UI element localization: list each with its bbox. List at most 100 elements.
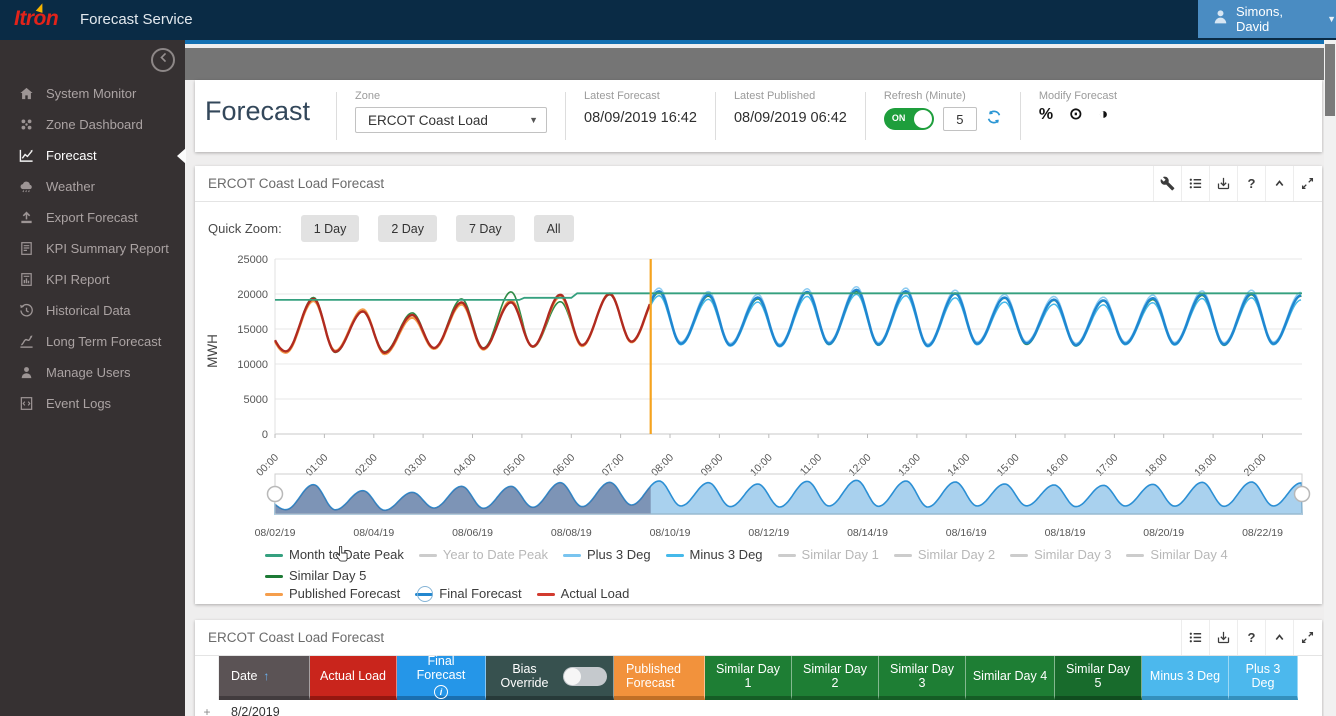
navigator-date-tick: 08/12/19 xyxy=(748,527,789,539)
expand-icon[interactable] xyxy=(1293,620,1321,655)
refresh-interval-input[interactable] xyxy=(943,107,977,131)
sidebar-item-forecast[interactable]: Forecast xyxy=(0,140,185,171)
column-header-similar-day-3[interactable]: Similar Day 3 xyxy=(879,656,966,700)
x-axis-tick: 09:00 xyxy=(698,452,725,479)
column-header-similar-day-2[interactable]: Similar Day 2 xyxy=(792,656,879,700)
quick-zoom-all[interactable]: All xyxy=(534,215,574,242)
legend-item-similar-day-4[interactable]: Similar Day 4 xyxy=(1126,546,1227,564)
legend-item-similar-day-2[interactable]: Similar Day 2 xyxy=(894,546,995,564)
row-expander[interactable]: + xyxy=(195,700,219,716)
legend-swatch xyxy=(778,554,796,557)
legend-item-similar-day-1[interactable]: Similar Day 1 xyxy=(778,546,879,564)
navigator-date-tick: 08/22/19 xyxy=(1242,527,1283,539)
collapse-icon[interactable] xyxy=(1265,166,1293,201)
app-title: Forecast Service xyxy=(80,11,193,28)
navigator-handle-right[interactable] xyxy=(1295,487,1310,502)
download-icon[interactable] xyxy=(1209,166,1237,201)
sidebar-item-kpi-summary-report[interactable]: KPI Summary Report xyxy=(0,233,185,264)
latest-published-group: Latest Published 08/09/2019 06:42 xyxy=(716,80,865,152)
info-icon[interactable]: i xyxy=(434,685,448,699)
quick-zoom-1-day[interactable]: 1 Day xyxy=(301,215,360,242)
legend-label: Final Forecast xyxy=(439,585,521,603)
x-axis-tick: 05:00 xyxy=(501,452,528,479)
sidebar-item-historical-data[interactable]: Historical Data xyxy=(0,295,185,326)
target-icon[interactable]: ⊙ xyxy=(1069,107,1082,123)
expand-icon[interactable] xyxy=(1293,166,1321,201)
bias-override-toggle[interactable] xyxy=(563,667,607,686)
x-axis-tick: 15:00 xyxy=(995,452,1022,479)
navigator-handle-left[interactable] xyxy=(268,487,283,502)
latest-published-value: 08/09/2019 06:42 xyxy=(734,110,847,126)
collapse-icon[interactable] xyxy=(1265,620,1293,655)
column-header-similar-day-1[interactable]: Similar Day 1 xyxy=(705,656,792,700)
list-icon[interactable] xyxy=(1181,620,1209,655)
legend-item-final-forecast[interactable]: Final Forecast xyxy=(415,585,521,603)
refresh-icon[interactable] xyxy=(986,109,1002,130)
x-axis-tick: 12:00 xyxy=(847,452,874,479)
report-chart-icon xyxy=(18,272,34,287)
y-axis-tick: 10000 xyxy=(237,359,268,371)
legend-swatch xyxy=(1126,554,1144,557)
help-icon[interactable]: ? xyxy=(1237,166,1265,201)
list-icon[interactable] xyxy=(1181,166,1209,201)
navigator-date-tick: 08/20/19 xyxy=(1143,527,1184,539)
back-arrow-icon xyxy=(157,51,170,69)
user-icon xyxy=(18,365,34,380)
navigator-past-shade xyxy=(275,474,651,514)
column-header-final-forecast[interactable]: Final Forecasti xyxy=(397,656,486,700)
quick-zoom-label: Quick Zoom: xyxy=(208,221,282,236)
percent-icon[interactable]: % xyxy=(1039,107,1053,123)
sidebar-item-weather[interactable]: Weather xyxy=(0,171,185,202)
sidebar-item-system-monitor[interactable]: System Monitor xyxy=(0,78,185,109)
y-axis-tick: 20000 xyxy=(237,289,268,301)
legend-label: Similar Day 2 xyxy=(918,546,995,564)
legend-item-published-forecast[interactable]: Published Forecast xyxy=(265,585,400,603)
scrollbar-thumb[interactable] xyxy=(1325,44,1335,116)
legend-item-year-to-date-peak[interactable]: Year to Date Peak xyxy=(419,546,548,564)
help-icon[interactable]: ? xyxy=(1237,620,1265,655)
top-bar: Itron Forecast Service Simons, David ▼ xyxy=(0,0,1336,40)
column-header-minus-3-deg[interactable]: Minus 3 Deg xyxy=(1142,656,1229,700)
legend-swatch xyxy=(537,593,555,596)
sidebar-item-zone-dashboard[interactable]: Zone Dashboard xyxy=(0,109,185,140)
column-header-similar-day-4[interactable]: Similar Day 4 xyxy=(966,656,1055,700)
x-axis-tick: 18:00 xyxy=(1143,452,1170,479)
legend-swatch xyxy=(415,593,433,596)
quick-zoom-7-day[interactable]: 7 Day xyxy=(456,215,515,242)
legend-item-plus-3-deg[interactable]: Plus 3 Deg xyxy=(563,546,651,564)
column-header-published-forecast[interactable]: PublishedForecast xyxy=(614,656,705,700)
legend-item-similar-day-3[interactable]: Similar Day 3 xyxy=(1010,546,1111,564)
sidebar-item-event-logs[interactable]: Event Logs xyxy=(0,388,185,419)
forecast-chart-panel: ERCOT Coast Load Forecast ? Quick Zoom: … xyxy=(195,166,1322,604)
legend-item-actual-load[interactable]: Actual Load xyxy=(537,585,630,603)
download-icon[interactable] xyxy=(1209,620,1237,655)
x-axis-tick: 04:00 xyxy=(452,452,479,479)
sidebar-item-export-forecast[interactable]: Export Forecast xyxy=(0,202,185,233)
legend-item-minus-3-deg[interactable]: Minus 3 Deg xyxy=(666,546,763,564)
page-title: Forecast xyxy=(195,80,336,152)
sidebar-item-kpi-report[interactable]: KPI Report xyxy=(0,264,185,295)
sidebar-item-long-term-forecast[interactable]: Long Term Forecast xyxy=(0,326,185,357)
wrench-icon[interactable] xyxy=(1153,166,1181,201)
x-axis-tick: 08:00 xyxy=(649,452,676,479)
column-header-actual-load[interactable]: Actual Load xyxy=(310,656,397,700)
sidebar-item-manage-users[interactable]: Manage Users xyxy=(0,357,185,388)
quick-zoom-2-day[interactable]: 2 Day xyxy=(378,215,437,242)
sidebar-collapse-button[interactable] xyxy=(151,48,175,72)
x-axis-tick: 14:00 xyxy=(945,452,972,479)
column-header-date[interactable]: Date↑ xyxy=(219,656,310,700)
refresh-toggle[interactable]: ON xyxy=(884,108,934,130)
user-menu[interactable]: Simons, David ▼ xyxy=(1198,0,1336,38)
zone-select[interactable]: ERCOT Coast Load ▼ xyxy=(355,107,547,133)
column-header-bias-override[interactable]: Bias Override xyxy=(486,656,614,700)
legend-item-similar-day-5[interactable]: Similar Day 5 xyxy=(265,567,366,585)
y-axis-tick: 5000 xyxy=(244,394,268,406)
load-forecast-chart[interactable]: 0500010000150002000025000MWH00:0001:0002… xyxy=(195,246,1322,544)
weather-icon xyxy=(18,179,34,194)
zone-group: Zone ERCOT Coast Load ▼ xyxy=(337,80,565,152)
column-header-plus-3-deg[interactable]: Plus 3 Deg xyxy=(1229,656,1298,700)
contrast-icon[interactable]: ◑ xyxy=(1098,107,1108,123)
sidebar-item-label: Historical Data xyxy=(46,303,131,318)
navigator-date-tick: 08/18/19 xyxy=(1045,527,1086,539)
column-header-similar-day-5[interactable]: Similar Day 5 xyxy=(1055,656,1142,700)
